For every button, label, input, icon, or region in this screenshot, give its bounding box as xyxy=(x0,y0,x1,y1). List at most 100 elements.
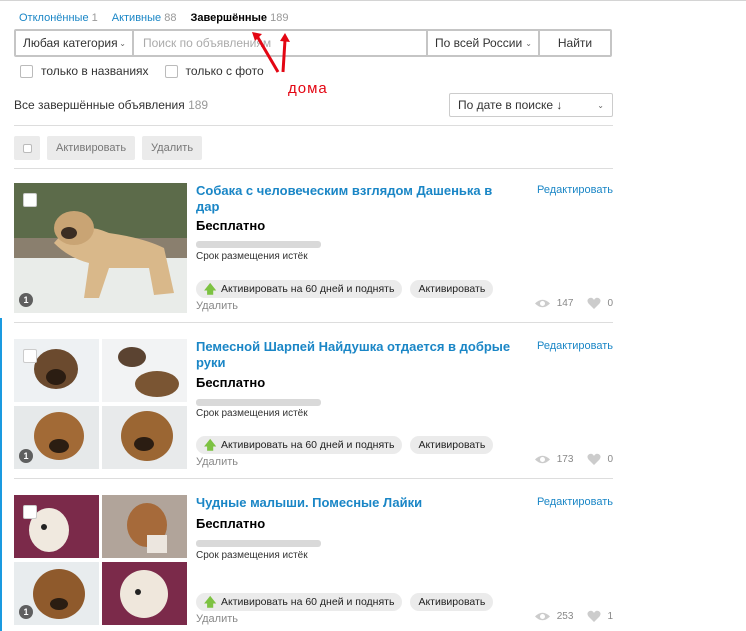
tab-label: Активные xyxy=(111,12,162,24)
edit-link[interactable]: Редактировать xyxy=(537,496,613,508)
region-value: По всей России xyxy=(435,36,523,50)
bulk-actions: Активировать Удалить xyxy=(14,136,203,160)
tab-count: 189 xyxy=(270,12,289,24)
tab-active[interactable]: Активные 88 xyxy=(112,12,177,24)
arrow-up-icon: 🡅 xyxy=(204,282,217,296)
photo-count-badge: 1 xyxy=(19,605,33,619)
eye-icon xyxy=(534,455,550,464)
ad-checkbox[interactable] xyxy=(23,349,37,363)
dog-photo xyxy=(102,405,187,469)
ad-price: Бесплатно xyxy=(196,218,266,233)
checkbox-box[interactable] xyxy=(164,64,178,78)
handwritten-annotation: дома xyxy=(288,80,328,97)
search-filters: только в названиях только с фото xyxy=(20,64,264,78)
dog-photo xyxy=(14,183,187,313)
activate-60-label: Активировать на 60 дней и поднять xyxy=(221,439,395,451)
bulk-delete-button[interactable]: Удалить xyxy=(142,136,203,160)
arrow-up-icon: 🡅 xyxy=(204,595,217,609)
ad-actions: 🡅 Активировать на 60 дней и поднять Актив… xyxy=(196,436,494,454)
dog-photo xyxy=(102,561,187,625)
region-select[interactable]: По всей России ⌄ xyxy=(426,31,540,55)
tab-rejected[interactable]: Отклонённые 1 xyxy=(19,12,98,24)
titles-only-checkbox[interactable]: только в названиях xyxy=(20,64,149,78)
category-select[interactable]: Любая категория ⌄ xyxy=(16,31,134,55)
ad-stats: 147 0 xyxy=(534,297,613,310)
activate-60-button[interactable]: 🡅 Активировать на 60 дней и поднять xyxy=(196,436,403,454)
activate-60-label: Активировать на 60 дней и поднять xyxy=(221,283,395,295)
ad-stats: 253 1 xyxy=(534,610,613,623)
with-photo-checkbox[interactable]: только с фото xyxy=(164,64,264,78)
divider xyxy=(14,125,613,126)
checkbox-box[interactable] xyxy=(22,143,32,153)
views-count: 147 xyxy=(556,298,574,309)
tab-label: Отклонённые xyxy=(19,12,89,24)
edit-link[interactable]: Редактировать xyxy=(537,184,613,196)
ads-summary: Все завершённые объявления 189 xyxy=(14,98,208,112)
activate-button[interactable]: Активировать xyxy=(410,280,494,298)
likes-count: 1 xyxy=(607,611,613,622)
chevron-down-icon: ⌄ xyxy=(597,100,604,110)
checkbox-box[interactable] xyxy=(20,64,33,78)
ad-card: 1 Пемесной Шарпей Найдушка отдается в до… xyxy=(14,339,613,469)
sort-value: По дате в поиске ↓ xyxy=(458,98,563,112)
ad-title[interactable]: Пемесной Шарпей Найдушка отдается в добр… xyxy=(196,339,516,371)
activate-60-label: Активировать на 60 дней и поднять xyxy=(221,596,395,608)
ad-price: Бесплатно xyxy=(196,516,266,531)
tab-count: 88 xyxy=(164,12,177,24)
heart-icon[interactable] xyxy=(587,297,601,310)
ad-photo[interactable]: 1 xyxy=(14,495,187,625)
edit-link[interactable]: Редактировать xyxy=(537,340,613,352)
divider xyxy=(14,168,613,169)
expiry-progress-bar xyxy=(196,241,321,248)
ad-photo[interactable]: 1 xyxy=(14,183,187,313)
ad-checkbox[interactable] xyxy=(23,193,37,207)
sort-select[interactable]: По дате в поиске ↓ ⌄ xyxy=(449,93,613,117)
heart-icon[interactable] xyxy=(587,610,601,623)
search-bar: Любая категория ⌄ Поиск по объявлениям По… xyxy=(14,29,612,57)
tab-finished[interactable]: Завершённые 189 xyxy=(190,12,288,24)
ad-title[interactable]: Чудные малыши. Помесные Лайки xyxy=(196,495,516,511)
checkbox-label: только в названиях xyxy=(41,64,149,78)
activate-60-button[interactable]: 🡅 Активировать на 60 дней и поднять xyxy=(196,593,403,611)
activate-60-button[interactable]: 🡅 Активировать на 60 дней и поднять xyxy=(196,280,403,298)
status-tabs: Отклонённые 1 Активные 88 Завершённые 18… xyxy=(19,12,288,24)
find-button[interactable]: Найти xyxy=(540,31,610,55)
checkbox-label: только с фото xyxy=(185,64,264,78)
expiry-status: Срок размещения истёк xyxy=(196,550,308,561)
delete-link[interactable]: Удалить xyxy=(196,456,238,468)
ad-price: Бесплатно xyxy=(196,375,266,390)
left-accent-bar xyxy=(0,318,2,631)
arrow-up-icon: 🡅 xyxy=(204,438,217,452)
photo-collage xyxy=(14,495,187,625)
heart-icon[interactable] xyxy=(587,453,601,466)
eye-icon xyxy=(534,299,550,308)
delete-link[interactable]: Удалить xyxy=(196,613,238,625)
ad-title[interactable]: Собака с человеческим взглядом Дашенька … xyxy=(196,183,516,215)
ad-card: 1 Собака с человеческим взглядом Дашеньк… xyxy=(14,183,613,313)
expiry-status: Срок размещения истёк xyxy=(196,251,308,262)
photo-count-badge: 1 xyxy=(19,293,33,307)
ad-photo[interactable]: 1 xyxy=(14,339,187,469)
photo-collage xyxy=(14,339,187,469)
ad-checkbox[interactable] xyxy=(23,505,37,519)
chevron-down-icon: ⌄ xyxy=(119,38,126,48)
tab-count: 1 xyxy=(91,12,98,24)
likes-count: 0 xyxy=(607,298,613,309)
tab-label: Завершённые xyxy=(190,12,268,24)
select-all-checkbox[interactable] xyxy=(14,136,40,160)
dog-photo xyxy=(102,495,187,558)
activate-button[interactable]: Активировать xyxy=(410,593,494,611)
activate-button[interactable]: Активировать xyxy=(410,436,494,454)
expiry-progress-bar xyxy=(196,399,321,406)
delete-link[interactable]: Удалить xyxy=(196,300,238,312)
dog-photo xyxy=(102,339,187,402)
expiry-progress-bar xyxy=(196,540,321,547)
views-count: 253 xyxy=(556,611,574,622)
photo-count-badge: 1 xyxy=(19,449,33,463)
likes-count: 0 xyxy=(607,454,613,465)
bulk-activate-button[interactable]: Активировать xyxy=(47,136,136,160)
divider xyxy=(14,478,613,479)
ad-card: 1 Чудные малыши. Помесные Лайки Редактир… xyxy=(14,495,613,625)
ad-actions: 🡅 Активировать на 60 дней и поднять Актив… xyxy=(196,593,494,611)
ad-actions: 🡅 Активировать на 60 дней и поднять Актив… xyxy=(196,280,494,298)
